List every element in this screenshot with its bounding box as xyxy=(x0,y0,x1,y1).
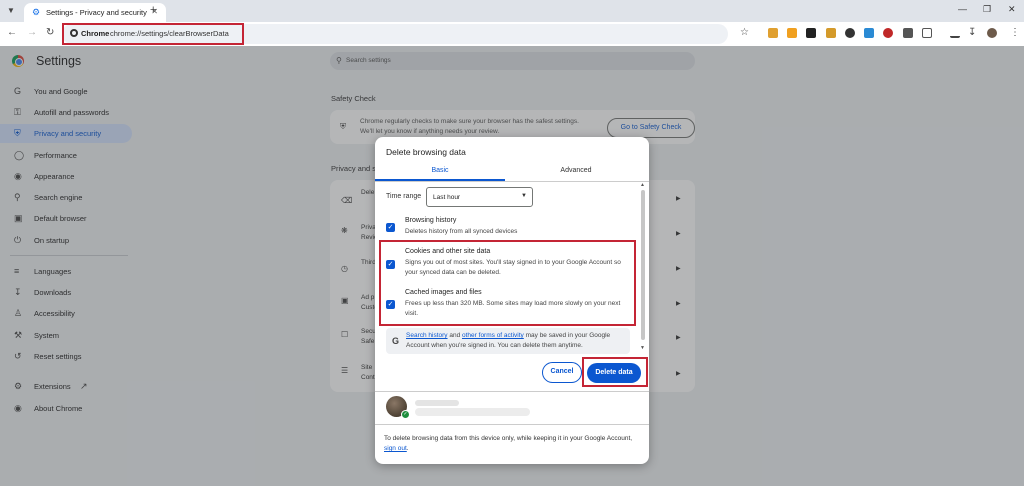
extension-icon[interactable] xyxy=(845,28,855,38)
profile-avatar[interactable] xyxy=(987,28,997,38)
other-activity-link[interactable]: other forms of activity xyxy=(462,332,524,339)
extensions-puzzle-icon[interactable] xyxy=(922,28,932,38)
extension-icon[interactable] xyxy=(826,28,836,38)
bookmark-star-icon[interactable]: ☆ xyxy=(740,27,749,39)
option-title: Browsing history xyxy=(405,217,457,224)
dialog-divider xyxy=(375,424,649,425)
footer-end: . xyxy=(406,445,409,452)
time-range-select[interactable]: Last hour ▼ xyxy=(426,187,533,207)
forward-arrow-icon[interactable]: → xyxy=(27,27,37,39)
dropdown-caret-icon: ▼ xyxy=(521,193,527,199)
tab-advanced[interactable]: Advanced xyxy=(511,167,641,174)
toolbar: ← → ↻ Chrome chrome://settings/clearBrow… xyxy=(0,22,1024,46)
window-close-icon[interactable]: ✕ xyxy=(1008,4,1016,15)
extension-icon[interactable] xyxy=(864,28,874,38)
footer-text: To delete browsing data from this device… xyxy=(384,434,642,454)
amazon-icon[interactable] xyxy=(787,28,797,38)
new-tab-plus-icon[interactable]: + xyxy=(150,5,156,16)
browsing-history-checkbox[interactable]: ✓ xyxy=(386,223,395,232)
time-range-label: Time range xyxy=(386,193,422,200)
note-and: and xyxy=(447,332,463,339)
dialog-scrollbar[interactable]: ▲ ▼ xyxy=(639,182,647,354)
scroll-down-arrow-icon[interactable]: ▼ xyxy=(640,345,645,351)
google-activity-note: G Search history and other forms of acti… xyxy=(386,328,630,354)
url-highlight-box xyxy=(62,23,244,45)
time-range-value: Last hour xyxy=(433,194,461,201)
options-highlight-box xyxy=(379,240,636,326)
option-desc: Deletes history from all synced devices xyxy=(405,228,518,235)
tab-strip: ▼ ⚙ Settings - Privacy and security ✕ + … xyxy=(0,0,1024,22)
extension-icon[interactable] xyxy=(806,28,816,38)
dialog-divider xyxy=(375,391,649,392)
reload-icon[interactable]: ↻ xyxy=(46,27,54,39)
scroll-up-arrow-icon[interactable]: ▲ xyxy=(640,182,645,188)
extension-icon[interactable] xyxy=(903,28,913,38)
sync-check-icon: ✓ xyxy=(401,410,410,419)
back-arrow-icon[interactable]: ← xyxy=(7,27,17,39)
note-text: Search history and other forms of activi… xyxy=(406,331,628,351)
google-g-icon: G xyxy=(392,336,400,346)
dialog-scroll-area[interactable]: Time range Last hour ▼ ✓ Browsing histor… xyxy=(375,182,649,354)
redacted-account-email xyxy=(415,408,530,416)
sign-out-link[interactable]: sign out xyxy=(384,445,407,452)
search-history-link[interactable]: Search history xyxy=(406,332,448,339)
scroll-thumb[interactable] xyxy=(641,190,645,340)
download-icon[interactable]: ↧ xyxy=(968,27,976,39)
tab-basic[interactable]: Basic xyxy=(375,167,505,174)
delete-data-button[interactable]: Delete data xyxy=(587,363,641,383)
delete-browsing-data-dialog: Delete browsing data Basic Advanced Time… xyxy=(375,137,649,464)
tab-search-chevron-icon[interactable]: ▼ xyxy=(4,4,18,18)
tab-settings[interactable]: ⚙ Settings - Privacy and security ✕ xyxy=(24,3,166,22)
restore-icon[interactable]: ❐ xyxy=(983,4,991,15)
menu-kebab-icon[interactable]: ⋮ xyxy=(1010,27,1020,39)
tab-title: Settings - Privacy and security xyxy=(46,8,147,17)
minimize-icon[interactable]: — xyxy=(958,4,967,14)
media-controls-icon[interactable] xyxy=(950,28,960,38)
gear-icon: ⚙ xyxy=(32,7,41,17)
redacted-account-name xyxy=(415,400,459,406)
footer-body: To delete browsing data from this device… xyxy=(384,435,633,442)
extension-icon[interactable] xyxy=(768,28,778,38)
cancel-button[interactable]: Cancel xyxy=(542,362,582,383)
extension-icon[interactable] xyxy=(883,28,893,38)
dialog-title: Delete browsing data xyxy=(386,147,466,157)
